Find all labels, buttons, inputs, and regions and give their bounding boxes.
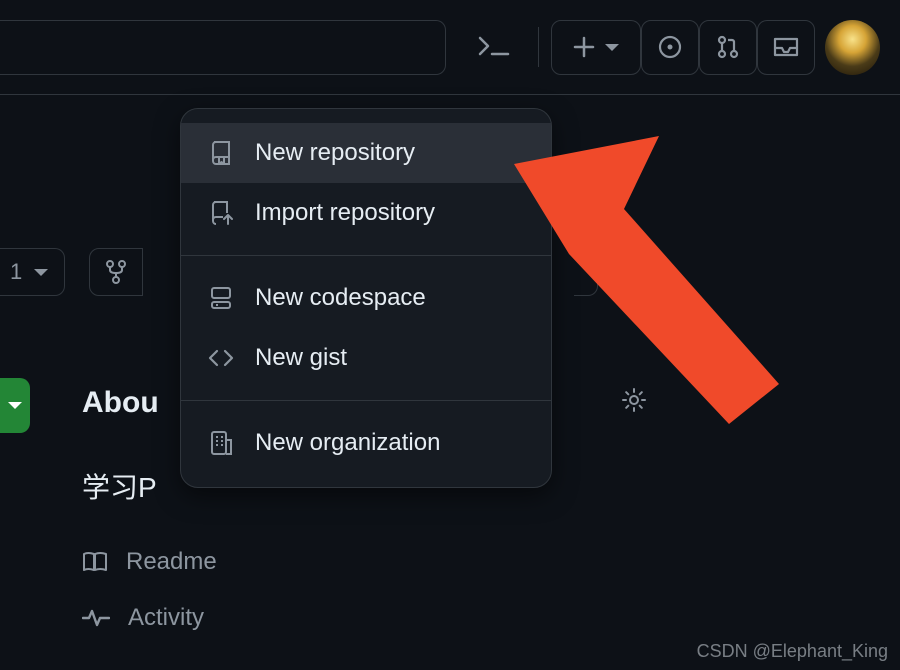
inbox-button[interactable]	[757, 20, 815, 75]
menu-item-label: New codespace	[255, 284, 426, 312]
menu-item-new-codespace[interactable]: New codespace	[181, 268, 551, 328]
code-icon	[207, 344, 235, 372]
menu-item-label: New repository	[255, 139, 415, 167]
chevron-down-icon	[34, 269, 48, 276]
pull-request-icon	[715, 34, 741, 60]
pull-requests-button[interactable]	[699, 20, 757, 75]
menu-item-label: New organization	[255, 429, 440, 457]
avatar[interactable]	[825, 20, 880, 75]
fork-button[interactable]	[89, 248, 143, 296]
edit-about-button[interactable]	[620, 386, 648, 414]
code-button-edge[interactable]	[0, 378, 30, 433]
inbox-icon	[772, 35, 800, 59]
readme-link[interactable]: Readme	[82, 548, 217, 576]
activity-link[interactable]: Activity	[82, 604, 217, 632]
divider	[538, 27, 539, 67]
chevron-down-icon	[605, 44, 619, 51]
menu-item-new-repository[interactable]: New repository	[181, 123, 551, 183]
repo-icon	[207, 139, 235, 167]
chevron-down-icon	[8, 402, 22, 409]
star-button-edge[interactable]	[574, 248, 598, 296]
link-label: Readme	[126, 548, 217, 576]
plus-icon	[573, 36, 595, 58]
menu-item-label: Import repository	[255, 199, 435, 227]
watermark: CSDN @Elephant_King	[697, 641, 888, 662]
book-icon	[82, 551, 108, 573]
link-label: Activity	[128, 604, 204, 632]
create-new-button[interactable]	[551, 20, 641, 75]
create-new-dropdown: New repository Import repository New cod…	[180, 108, 552, 488]
menu-item-label: New gist	[255, 344, 347, 372]
top-bar	[0, 0, 900, 95]
menu-item-new-gist[interactable]: New gist	[181, 328, 551, 388]
watch-count-badge[interactable]: 1	[0, 248, 65, 296]
menu-item-new-organization[interactable]: New organization	[181, 413, 551, 473]
menu-item-import-repository[interactable]: Import repository	[181, 183, 551, 243]
codespace-icon	[207, 284, 235, 312]
about-heading: Abou	[82, 386, 159, 420]
terminal-icon	[478, 35, 512, 59]
gear-icon	[620, 386, 648, 414]
issues-button[interactable]	[641, 20, 699, 75]
issue-icon	[657, 34, 683, 60]
repo-action-row: 1	[0, 248, 143, 296]
count-value: 1	[10, 259, 22, 285]
repo-push-icon	[207, 199, 235, 227]
org-icon	[207, 429, 235, 457]
menu-separator	[181, 255, 551, 256]
command-palette-button[interactable]	[464, 20, 526, 75]
about-description: 学习P	[82, 466, 157, 506]
about-links: Readme Activity	[82, 548, 217, 632]
pulse-icon	[82, 608, 110, 628]
menu-separator	[181, 400, 551, 401]
fork-icon	[104, 259, 128, 285]
search-input-edge[interactable]	[0, 20, 446, 75]
